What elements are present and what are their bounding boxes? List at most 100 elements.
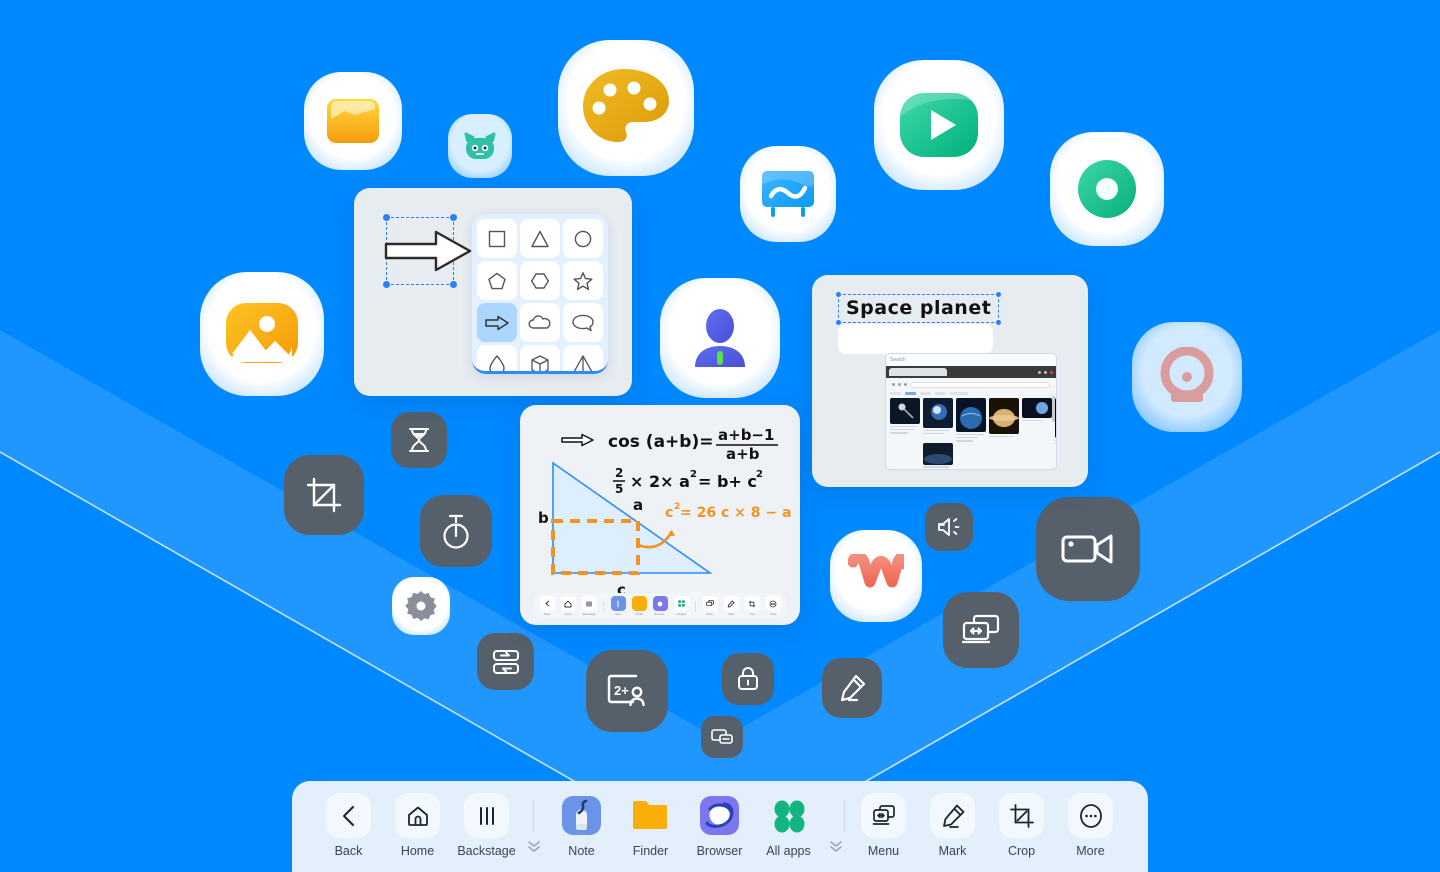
mini-finder[interactable]: Finder bbox=[630, 596, 648, 616]
math-window-mini-toolbar[interactable]: Back Home Backstage Note Finder Browser … bbox=[534, 593, 786, 619]
mini-more[interactable]: More bbox=[764, 596, 782, 616]
dock-item-all-apps[interactable]: All apps bbox=[754, 793, 823, 858]
mini-note[interactable]: Note bbox=[609, 596, 627, 616]
browser-tab[interactable] bbox=[889, 368, 947, 376]
grid-dots-icon[interactable] bbox=[766, 793, 811, 838]
dock-item-backstage[interactable]: Backstage bbox=[452, 793, 521, 858]
dock-separator-1 bbox=[533, 800, 534, 832]
apps-group-expander[interactable] bbox=[823, 838, 849, 854]
camcorder-icon[interactable] bbox=[1036, 497, 1140, 601]
svg-text:2+: 2+ bbox=[614, 683, 629, 698]
speaker-icon[interactable] bbox=[925, 503, 973, 551]
mini-crop[interactable]: Crop bbox=[743, 596, 761, 616]
dock-label-menu: Menu bbox=[867, 844, 900, 858]
whiteboard-icon[interactable] bbox=[740, 146, 836, 242]
folder-icon[interactable] bbox=[628, 793, 673, 838]
shape-option-pentagon[interactable] bbox=[477, 261, 517, 300]
record-ring-icon[interactable] bbox=[1050, 132, 1164, 246]
mini-home[interactable]: Home bbox=[559, 596, 577, 616]
screen-cast-small-icon[interactable] bbox=[701, 716, 743, 758]
browser-planet-icon[interactable] bbox=[697, 793, 742, 838]
dock-item-note[interactable]: Note bbox=[547, 793, 616, 858]
crop-icon[interactable] bbox=[999, 793, 1044, 838]
crop-tool-icon[interactable] bbox=[284, 455, 364, 535]
svg-text:b: b bbox=[538, 509, 549, 527]
dock-item-mark[interactable]: Mark bbox=[918, 793, 987, 858]
math-note-canvas: cos (a+b)= a+b−1 a+b 2 5 × 2× a 2 = b+ c… bbox=[538, 426, 791, 599]
nav-group-expander[interactable] bbox=[521, 838, 547, 854]
svg-text:5: 5 bbox=[615, 482, 623, 496]
dock-label-more: More bbox=[1076, 844, 1105, 858]
home-icon[interactable] bbox=[395, 793, 440, 838]
shape-option-circle[interactable] bbox=[563, 219, 603, 258]
add-participants-icon[interactable]: 2+ bbox=[586, 650, 668, 732]
mini-back[interactable]: Back bbox=[538, 596, 556, 616]
svg-text:c: c bbox=[665, 505, 673, 521]
arrow-shape-preview bbox=[384, 222, 474, 280]
shape-option-speech-bubble[interactable] bbox=[563, 303, 603, 342]
browser-image-results bbox=[886, 396, 1056, 469]
gallery-folder-icon[interactable] bbox=[304, 72, 402, 170]
shape-option-cone[interactable] bbox=[563, 345, 603, 371]
dock-separator-2 bbox=[844, 800, 845, 832]
settings-flower-icon[interactable] bbox=[392, 577, 450, 635]
svg-text:a+b: a+b bbox=[726, 445, 760, 463]
dock-item-browser[interactable]: Browser bbox=[685, 793, 754, 858]
desktop-screen: 2+ cos (a+b)= a+b−1 a+b 2 5 × 2× a 2 = b… bbox=[0, 0, 1440, 872]
dock-item-finder[interactable]: Finder bbox=[616, 793, 685, 858]
shape-option-triangle[interactable] bbox=[520, 219, 560, 258]
dock-item-more[interactable]: More bbox=[1056, 793, 1125, 858]
swap-windows-icon[interactable] bbox=[477, 633, 534, 690]
dock-item-crop[interactable]: Crop bbox=[987, 793, 1056, 858]
browser-back-label: Search bbox=[890, 357, 906, 363]
video-play-icon[interactable] bbox=[874, 60, 1004, 190]
dock-item-menu[interactable]: Menu bbox=[849, 793, 918, 858]
more-dots-icon[interactable] bbox=[1068, 793, 1113, 838]
stopwatch-icon[interactable] bbox=[420, 495, 492, 567]
dock-label-note: Note bbox=[568, 844, 595, 858]
pencil-mark-icon[interactable] bbox=[930, 793, 975, 838]
mini-mark[interactable]: Mark bbox=[722, 596, 740, 616]
dock-label-all-apps: All apps bbox=[766, 844, 811, 858]
shape-option-cloud[interactable] bbox=[520, 303, 560, 342]
mini-menu[interactable]: Menu bbox=[701, 596, 719, 616]
svg-text:a+b−1: a+b−1 bbox=[718, 426, 774, 444]
cat-mascot-icon[interactable] bbox=[448, 114, 512, 178]
shape-option-droplet[interactable] bbox=[477, 345, 517, 371]
window-switch-icon[interactable] bbox=[861, 793, 906, 838]
browser-address-bar[interactable] bbox=[889, 380, 1053, 389]
photos-icon[interactable] bbox=[200, 272, 324, 396]
mini-backstage[interactable]: Backstage bbox=[580, 596, 598, 616]
mini-allapps[interactable]: All apps bbox=[672, 596, 690, 616]
hourglass-icon[interactable] bbox=[391, 412, 447, 468]
space-planet-title-box[interactable]: Space planet bbox=[836, 292, 1002, 325]
dock-item-home[interactable]: Home bbox=[383, 793, 452, 858]
svg-text:a: a bbox=[633, 496, 643, 514]
shape-option-hexagon[interactable] bbox=[520, 261, 560, 300]
dock-label-browser: Browser bbox=[696, 844, 743, 858]
contact-avatar-icon[interactable] bbox=[660, 278, 780, 398]
webcam-icon[interactable] bbox=[1132, 322, 1242, 432]
space-planet-search-input[interactable] bbox=[838, 324, 993, 354]
chevron-left-icon[interactable] bbox=[326, 793, 371, 838]
space-planet-browser-preview[interactable]: Search bbox=[885, 353, 1057, 470]
shape-option-arrow[interactable] bbox=[477, 303, 517, 342]
shape-option-square[interactable] bbox=[477, 219, 517, 258]
wps-w-icon[interactable] bbox=[830, 530, 922, 622]
backstage-bars-icon[interactable] bbox=[464, 793, 509, 838]
edit-pencil-icon[interactable] bbox=[822, 658, 882, 718]
shape-option-star[interactable] bbox=[563, 261, 603, 300]
dock-item-back[interactable]: Back bbox=[314, 793, 383, 858]
shape-grid bbox=[472, 214, 608, 374]
palette-icon[interactable] bbox=[558, 40, 694, 176]
lock-icon[interactable] bbox=[722, 653, 774, 705]
browser-scrollbar[interactable] bbox=[1052, 396, 1055, 422]
note-pen-icon[interactable] bbox=[559, 793, 604, 838]
mini-browser[interactable]: Browser bbox=[651, 596, 669, 616]
shape-option-cube[interactable] bbox=[520, 345, 560, 371]
svg-text:2: 2 bbox=[756, 469, 763, 480]
dock-label-crop: Crop bbox=[1007, 844, 1036, 858]
screen-transfer-icon[interactable] bbox=[943, 592, 1019, 668]
svg-text:× 2× a: × 2× a bbox=[630, 472, 690, 491]
space-planet-window: Space planet Search bbox=[812, 275, 1088, 487]
